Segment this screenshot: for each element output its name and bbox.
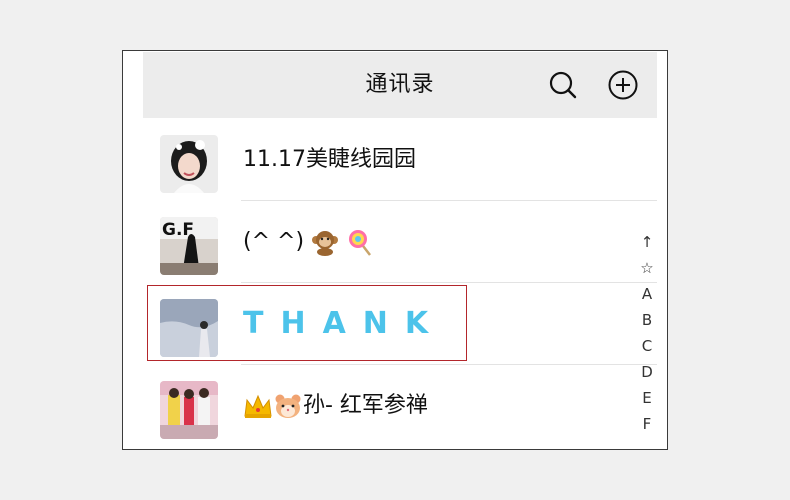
add-circle-icon[interactable]: [607, 69, 639, 101]
contact-name: (^ ^): [243, 201, 374, 283]
contact-name: 11.17美睫线园园: [243, 147, 416, 172]
index-letter[interactable]: A: [637, 281, 657, 307]
index-letter[interactable]: D: [637, 359, 657, 385]
index-letter[interactable]: B: [637, 307, 657, 333]
hamster-emoji: [275, 394, 301, 418]
index-letter[interactable]: ↑: [637, 229, 657, 255]
crown-emoji: [244, 394, 272, 418]
index-letter[interactable]: F: [637, 411, 657, 437]
contact-name-text: 孙- 红军参禅: [303, 393, 428, 418]
page-title: 通讯录: [365, 72, 435, 97]
nav-header: 通讯录: [143, 52, 657, 118]
alphabet-index-bar[interactable]: ↑ ☆ A B C D E F: [637, 229, 657, 437]
contact-row[interactable]: G.F (^ ^): [143, 201, 657, 283]
monkey-emoji: [312, 231, 339, 256]
contact-name-text: (^ ^): [243, 229, 305, 254]
index-letter[interactable]: C: [637, 333, 657, 359]
index-letter[interactable]: ☆: [637, 255, 657, 281]
search-icon[interactable]: [547, 69, 579, 101]
highlight-box: [147, 285, 467, 361]
avatar: [160, 381, 218, 439]
contact-row[interactable]: 11.17美睫线园园: [143, 119, 657, 201]
contact-name: 孙- 红军参禅: [243, 365, 428, 440]
screenshot-frame: 通讯录 11.17美睫线园园 G.F (^ ^) THANK 孙- 红军参禅 ↑…: [122, 50, 668, 450]
avatar: [160, 135, 218, 193]
contacts-screen: 通讯录 11.17美睫线园园 G.F (^ ^) THANK 孙- 红军参禅 ↑…: [143, 52, 657, 440]
contact-row[interactable]: 孙- 红军参禅: [143, 365, 657, 440]
avatar: G.F: [160, 217, 218, 275]
lollipop-emoji: [349, 230, 372, 256]
index-letter[interactable]: E: [637, 385, 657, 411]
